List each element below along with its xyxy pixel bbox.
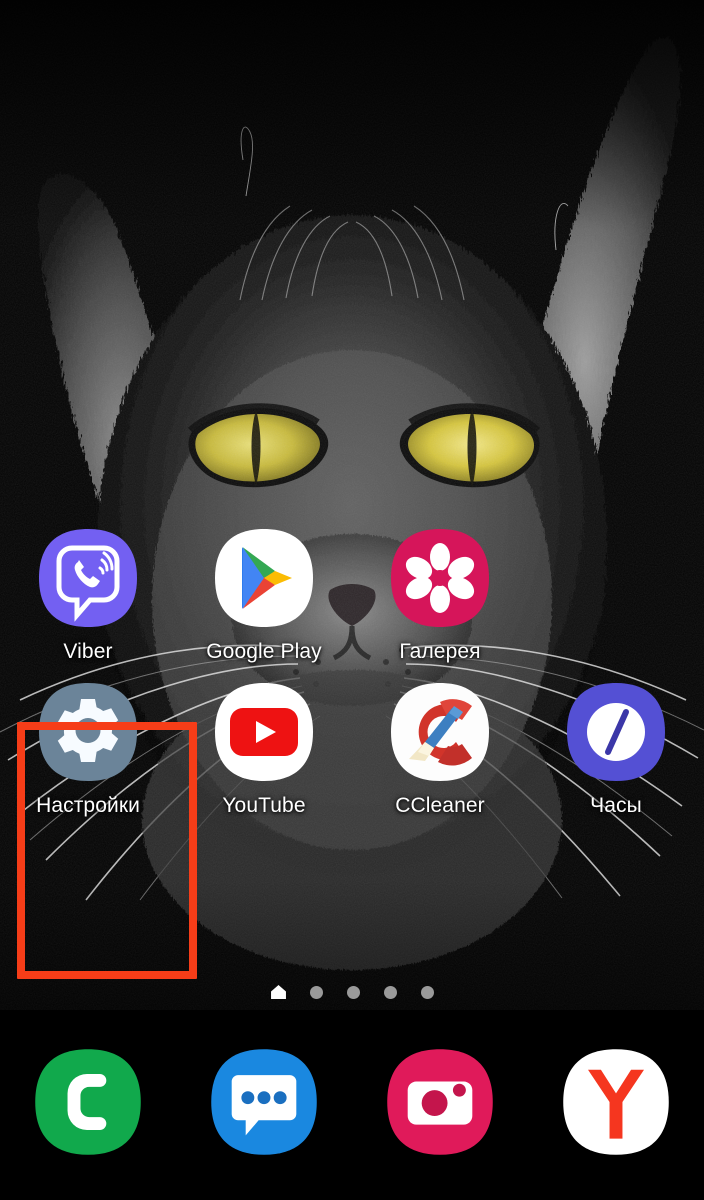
app-label: CCleaner bbox=[395, 794, 485, 817]
clock-icon-wrap[interactable] bbox=[563, 679, 669, 785]
viber-icon[interactable] bbox=[36, 526, 140, 630]
messages-bubble-icon[interactable] bbox=[208, 1046, 320, 1158]
home-screen: Viber Google Play Галерея Настройки YouT… bbox=[0, 0, 704, 1200]
google-play-icon[interactable] bbox=[212, 526, 316, 630]
camera-icon-wrap[interactable] bbox=[381, 1043, 499, 1161]
phone-icon-wrap[interactable] bbox=[29, 1043, 147, 1161]
settings-icon-wrap[interactable] bbox=[35, 679, 141, 785]
dock-item-messages[interactable] bbox=[176, 1043, 352, 1161]
dock bbox=[0, 1043, 704, 1161]
gallery-icon[interactable] bbox=[388, 526, 492, 630]
page-dot-4[interactable] bbox=[383, 985, 397, 999]
app-icon-youtube[interactable]: YouTube bbox=[176, 679, 352, 818]
google-play-icon-wrap[interactable] bbox=[211, 525, 317, 631]
dock-item-phone[interactable] bbox=[0, 1043, 176, 1161]
app-grid-row-2: Настройки YouTube CCleaner Часы bbox=[0, 679, 704, 818]
ccleaner-icon[interactable] bbox=[388, 680, 492, 784]
app-icon-gallery[interactable]: Галерея bbox=[352, 525, 528, 664]
dock-item-camera[interactable] bbox=[352, 1043, 528, 1161]
dock-item-yandex[interactable] bbox=[528, 1043, 704, 1161]
home-page-indicator-icon[interactable] bbox=[270, 985, 286, 999]
app-grid: Viber Google Play Галерея Настройки YouT… bbox=[0, 525, 704, 818]
app-label: Настройки bbox=[36, 794, 140, 817]
clock-icon[interactable] bbox=[564, 680, 668, 784]
camera-icon[interactable] bbox=[384, 1046, 496, 1158]
app-label: Google Play bbox=[206, 640, 322, 663]
ccleaner-icon-wrap[interactable] bbox=[387, 679, 493, 785]
messages-icon-wrap[interactable] bbox=[205, 1043, 323, 1161]
page-indicator[interactable] bbox=[0, 985, 704, 999]
youtube-icon[interactable] bbox=[212, 680, 316, 784]
app-icon-viber[interactable]: Viber bbox=[0, 525, 176, 664]
phone-handset-icon[interactable] bbox=[32, 1046, 144, 1158]
app-label: YouTube bbox=[222, 794, 306, 817]
page-dot-2[interactable] bbox=[309, 985, 323, 999]
yandex-icon-wrap[interactable] bbox=[557, 1043, 675, 1161]
app-icon-ccleaner[interactable]: CCleaner bbox=[352, 679, 528, 818]
gallery-icon-wrap[interactable] bbox=[387, 525, 493, 631]
app-icon-google-play[interactable]: Google Play bbox=[176, 525, 352, 664]
page-dot-5[interactable] bbox=[420, 985, 434, 999]
app-label: Viber bbox=[63, 640, 113, 663]
app-grid-row-1: Viber Google Play Галерея bbox=[0, 525, 704, 664]
app-label: Часы bbox=[590, 794, 642, 817]
app-label: Галерея bbox=[399, 640, 481, 663]
settings-gear-icon[interactable] bbox=[36, 680, 140, 784]
viber-icon-wrap[interactable] bbox=[35, 525, 141, 631]
page-dot-3[interactable] bbox=[346, 985, 360, 999]
app-icon-clock[interactable]: Часы bbox=[528, 679, 704, 818]
yandex-browser-icon[interactable] bbox=[560, 1046, 672, 1158]
youtube-icon-wrap[interactable] bbox=[211, 679, 317, 785]
app-icon-settings[interactable]: Настройки bbox=[0, 679, 176, 818]
